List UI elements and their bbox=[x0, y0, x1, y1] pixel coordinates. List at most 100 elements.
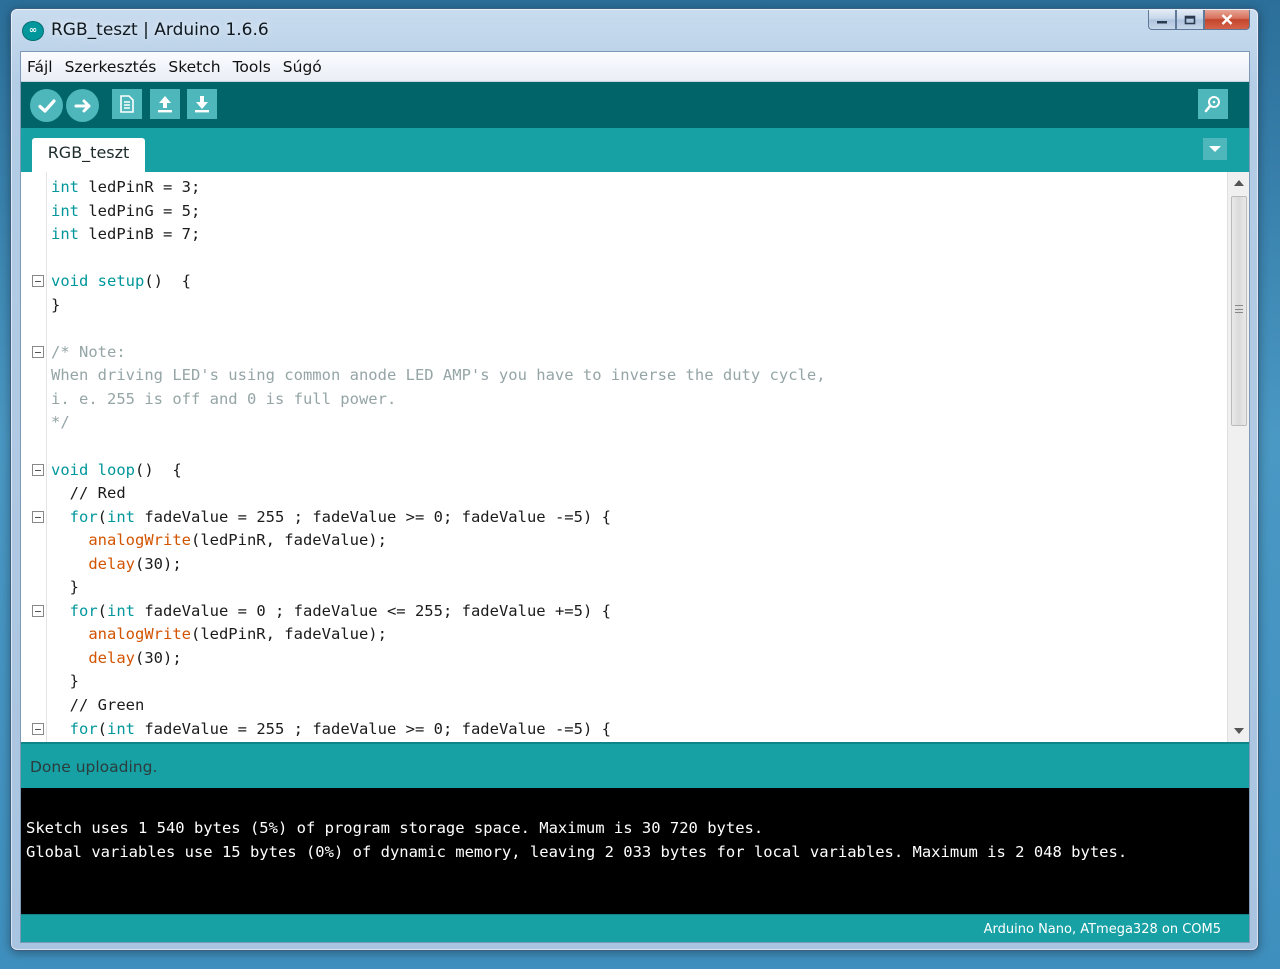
open-icon[interactable] bbox=[150, 89, 180, 119]
code-line: /* Note: bbox=[51, 341, 826, 365]
code-line: i. e. 255 is off and 0 is full power. bbox=[51, 388, 826, 412]
code-token: analogWrite bbox=[88, 625, 191, 644]
code-line: } bbox=[51, 294, 826, 318]
client-area: Fájl Szerkesztés Sketch Tools Súgó RGB_t… bbox=[20, 51, 1250, 943]
tab-bar: RGB_teszt bbox=[21, 128, 1249, 172]
code-token: } bbox=[51, 295, 61, 314]
maximize-icon[interactable] bbox=[1176, 10, 1204, 30]
code-token: ledPinB = 7; bbox=[79, 225, 201, 244]
code-line: void loop() { bbox=[51, 459, 826, 483]
toolbar bbox=[21, 82, 1249, 128]
code-line: analogWrite(ledPinR, fadeValue); bbox=[51, 623, 826, 647]
minimize-icon[interactable] bbox=[1148, 10, 1176, 30]
code-line: analogWrite(ledPinR, fadeValue); bbox=[51, 529, 826, 553]
tab-rgb-teszt[interactable]: RGB_teszt bbox=[32, 138, 145, 172]
code-token: When driving LED's using common anode LE… bbox=[51, 366, 826, 385]
fold-toggle-icon[interactable] bbox=[32, 275, 44, 288]
code-token: ( bbox=[97, 507, 108, 526]
code-token: */ bbox=[51, 413, 70, 432]
fold-gutter bbox=[46, 172, 47, 742]
code-token: () { bbox=[135, 460, 182, 479]
code-token: fadeValue = 255 ; fadeValue >= 0; fadeVa… bbox=[135, 507, 611, 526]
code-line: delay(30); bbox=[51, 553, 826, 577]
scroll-thumb[interactable] bbox=[1231, 196, 1247, 426]
code-token: int bbox=[107, 601, 136, 620]
code-token: } bbox=[51, 578, 79, 597]
code-token: ( bbox=[97, 601, 108, 620]
serial-monitor-icon[interactable] bbox=[1198, 89, 1228, 119]
tab-menu-chevron-icon[interactable] bbox=[1203, 138, 1227, 160]
upload-icon[interactable] bbox=[66, 89, 99, 122]
code-token: int bbox=[107, 507, 136, 526]
code-line: int ledPinG = 5; bbox=[51, 200, 826, 224]
code-line: When driving LED's using common anode LE… bbox=[51, 364, 826, 388]
window-controls bbox=[1148, 10, 1250, 36]
code-token: // Red bbox=[51, 484, 126, 503]
code-line: for(int fadeValue = 0 ; fadeValue <= 255… bbox=[51, 600, 826, 624]
code-token: setup bbox=[97, 272, 145, 291]
code-token: loop bbox=[97, 460, 135, 479]
code-token: fadeValue = 0 ; fadeValue <= 255; fadeVa… bbox=[135, 601, 611, 620]
code-line: delay(30); bbox=[51, 647, 826, 671]
menu-tools[interactable]: Tools bbox=[233, 52, 271, 82]
fold-toggle-icon[interactable] bbox=[32, 604, 44, 617]
scroll-up-icon[interactable] bbox=[1234, 180, 1244, 186]
code-line: */ bbox=[51, 411, 826, 435]
console-output[interactable]: Sketch uses 1 540 bytes (5%) of program … bbox=[21, 788, 1249, 914]
close-icon[interactable] bbox=[1204, 10, 1250, 30]
fold-toggle-icon[interactable] bbox=[32, 345, 44, 358]
fold-toggle-icon[interactable] bbox=[32, 510, 44, 523]
code-text[interactable]: int ledPinR = 3; int ledPinG = 5; int ledP… bbox=[51, 176, 826, 741]
code-token: delay bbox=[88, 554, 135, 573]
code-token: () { bbox=[144, 272, 192, 291]
menu-edit[interactable]: Szerkesztés bbox=[65, 52, 157, 82]
menu-sketch[interactable]: Sketch bbox=[168, 52, 220, 82]
code-token: ledPinR = 3; bbox=[79, 178, 201, 196]
code-token: analogWrite bbox=[88, 531, 191, 550]
arduino-ide-window: ∞ RGB_teszt | Arduino 1.6.6 Fájl Szerkes… bbox=[10, 8, 1259, 951]
code-line: void setup() { bbox=[51, 270, 826, 294]
menu-help[interactable]: Súgó bbox=[283, 52, 322, 82]
code-token: (ledPinR, fadeValue); bbox=[190, 531, 387, 550]
arduino-logo-icon: ∞ bbox=[22, 21, 44, 41]
verify-icon[interactable] bbox=[30, 89, 63, 122]
code-token: int bbox=[51, 178, 79, 196]
console-line: Sketch uses 1 540 bytes (5%) of program … bbox=[26, 819, 764, 837]
code-line: // Red bbox=[51, 482, 826, 506]
vertical-scrollbar[interactable] bbox=[1227, 172, 1249, 742]
code-line: for(int fadeValue = 255 ; fadeValue >= 0… bbox=[51, 506, 826, 530]
code-line: int ledPinR = 3; bbox=[51, 176, 826, 200]
fold-toggle-icon[interactable] bbox=[32, 463, 44, 476]
title-bar[interactable]: ∞ RGB_teszt | Arduino 1.6.6 bbox=[11, 9, 1258, 51]
fold-toggle-icon[interactable] bbox=[32, 722, 44, 735]
code-line: // Green bbox=[51, 694, 826, 718]
code-token: (30); bbox=[135, 554, 182, 573]
status-bar: Done uploading. bbox=[21, 742, 1249, 788]
save-icon[interactable] bbox=[187, 89, 217, 119]
code-line: } bbox=[51, 576, 826, 600]
scroll-down-icon[interactable] bbox=[1234, 728, 1244, 734]
code-token: fadeValue = 255 ; fadeValue >= 0; fadeVa… bbox=[135, 719, 611, 738]
code-token: for bbox=[69, 507, 98, 526]
menu-file[interactable]: Fájl bbox=[27, 52, 53, 82]
code-line: int ledPinB = 7; bbox=[51, 223, 826, 247]
new-icon[interactable] bbox=[112, 89, 142, 119]
code-token: int bbox=[51, 201, 79, 220]
code-token: delay bbox=[88, 648, 135, 667]
code-editor[interactable]: int ledPinR = 3; int ledPinG = 5; int ledP… bbox=[21, 172, 1249, 742]
code-token: } bbox=[51, 672, 79, 691]
code-token: for bbox=[69, 719, 98, 738]
code-line: for(int fadeValue = 255 ; fadeValue >= 0… bbox=[51, 718, 826, 742]
window-title: RGB_teszt | Arduino 1.6.6 bbox=[51, 20, 269, 40]
code-line: } bbox=[51, 670, 826, 694]
